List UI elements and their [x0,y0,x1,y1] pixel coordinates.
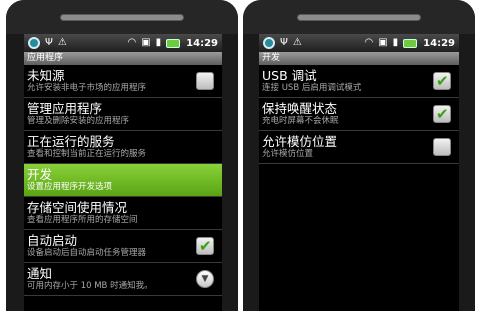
setting-stay-awake[interactable]: 保持唤醒状态 充电时屏幕不会休眠 [259,98,459,131]
right-phone: Ψ ⚠ ◠ ▣ ▮ 14:29 开发 USB 调试 连接 USB 后启用调试模式… [243,0,475,311]
screen-title: 开发 [259,52,459,65]
setting-title: 存储空间使用情况 [27,200,128,215]
setting-subtitle: 允许模仿位置 [262,149,314,159]
setting-unknown-sources[interactable]: 未知源 允许安装非电子市场的应用程序 [24,65,222,98]
setting-title: 允许模仿位置 [262,134,338,149]
setting-subtitle: 可用内存小于 10 MB 时通知我。 [27,281,153,291]
setting-mock-locations[interactable]: 允许模仿位置 允许模仿位置 [259,131,459,164]
sim-icon: ▣ [141,37,151,48]
setting-title: 保持唤醒状态 [262,101,338,116]
setting-subtitle: 允许安装非电子市场的应用程序 [27,83,147,93]
phone-top-bezel [6,0,238,34]
left-phone: Ψ ⚠ ◠ ▣ ▮ 14:29 应用程序 未知源 允许安装非电子市场的应用程序 … [6,0,238,311]
status-time: 14:29 [423,37,455,49]
sync-icon [28,37,40,49]
wifi-icon: ◠ [127,37,137,48]
battery-icon [403,38,418,48]
setting-manage-apps[interactable]: 管理应用程序 管理及删除安装的应用程序 [24,98,222,131]
earpiece-speaker [297,14,421,21]
setting-subtitle: 连接 USB 后启用调试模式 [262,83,362,93]
screen-title: 应用程序 [24,52,222,65]
right-screen: Ψ ⚠ ◠ ▣ ▮ 14:29 开发 USB 调试 连接 USB 后启用调试模式… [259,34,459,311]
status-bar: Ψ ⚠ ◠ ▣ ▮ 14:29 [24,34,222,52]
setting-subtitle: 管理及删除安装的应用程序 [27,116,130,126]
setting-title: 通知 [27,266,53,281]
setting-title: 开发 [27,167,53,182]
setting-running-services[interactable]: 正在运行的服务 查看和控制当前正在运行的服务 [24,131,222,164]
setting-auto-start[interactable]: 自动启动 设备启动后自动启动任务管理器 [24,230,222,263]
sync-icon [263,37,275,49]
setting-title: 未知源 [27,68,65,83]
usb-icon: Ψ [45,37,53,48]
signal-icon: ▮ [155,37,162,48]
earpiece-speaker [60,14,184,21]
setting-subtitle: 设备启动后自动启动任务管理器 [27,248,147,258]
setting-title: 正在运行的服务 [27,134,115,149]
setting-subtitle: 查看应用程序所用的存储空间 [27,215,138,225]
setting-subtitle: 充电时屏幕不会休眠 [262,116,339,126]
unknown-sources-checkbox[interactable] [196,72,214,90]
sim-icon: ▣ [378,37,388,48]
setting-title: 自动启动 [27,233,78,248]
left-screen: Ψ ⚠ ◠ ▣ ▮ 14:29 应用程序 未知源 允许安装非电子市场的应用程序 … [24,34,222,311]
warning-icon: ⚠ [292,37,302,48]
warning-icon: ⚠ [57,37,67,48]
setting-development[interactable]: 开发 设置应用程序开发选项 [24,164,222,197]
usb-icon: Ψ [280,37,288,48]
setting-storage-use[interactable]: 存储空间使用情况 查看应用程序所用的存储空间 [24,197,222,230]
setting-notify[interactable]: 通知 可用内存小于 10 MB 时通知我。 ▼ [24,263,222,296]
signal-icon: ▮ [392,37,399,48]
setting-title: USB 调试 [262,68,317,83]
status-time: 14:29 [186,37,218,49]
auto-start-checkbox[interactable] [196,237,214,255]
setting-subtitle: 设置应用程序开发选项 [27,182,113,192]
status-bar: Ψ ⚠ ◠ ▣ ▮ 14:29 [259,34,459,52]
phone-top-bezel [243,0,475,34]
mock-locations-checkbox[interactable] [433,138,451,156]
stay-awake-checkbox[interactable] [433,105,451,123]
usb-debugging-checkbox[interactable] [433,72,451,90]
wifi-icon: ◠ [364,37,374,48]
chevron-down-icon[interactable]: ▼ [196,270,214,288]
setting-usb-debugging[interactable]: USB 调试 连接 USB 后启用调试模式 [259,65,459,98]
setting-title: 管理应用程序 [27,101,103,116]
setting-subtitle: 查看和控制当前正在运行的服务 [27,149,147,159]
battery-icon [166,38,181,48]
